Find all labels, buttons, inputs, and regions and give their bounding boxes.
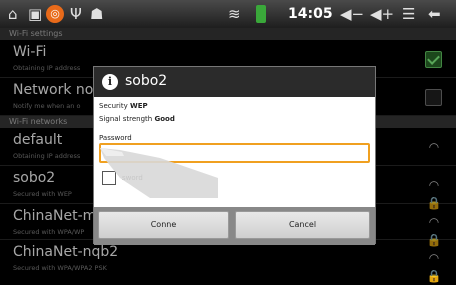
strength-value: Good bbox=[154, 115, 175, 123]
dialog-title: sobo2 bbox=[125, 73, 168, 89]
android-icon: ☗ bbox=[90, 5, 104, 23]
connect-button[interactable]: Conne bbox=[98, 211, 229, 239]
security-info: Security WEP bbox=[99, 102, 148, 110]
security-value: WEP bbox=[129, 102, 148, 110]
password-label: Password bbox=[99, 134, 132, 142]
image-icon: ▣ bbox=[28, 5, 43, 23]
security-label: Security bbox=[99, 102, 128, 110]
cancel-button[interactable]: Cancel bbox=[235, 211, 370, 239]
signal-strength-info: Signal strength Good bbox=[99, 115, 175, 123]
volume-down-icon[interactable]: ◀− bbox=[340, 5, 364, 23]
dialog-header: i sobo2 bbox=[94, 67, 375, 97]
usb-icon: Ψ bbox=[70, 5, 82, 23]
status-bar: ⌂ ▣ ◎ Ψ ☗ ≋ 14:05 ◀− ◀+ ☰ ⬅ bbox=[0, 0, 456, 28]
dialog-button-bar: Conne Cancel bbox=[94, 207, 375, 245]
app-orange-icon: ◎ bbox=[46, 5, 64, 23]
clock: 14:05 bbox=[288, 6, 333, 22]
battery-icon bbox=[256, 5, 266, 23]
back-icon[interactable]: ⬅ bbox=[428, 5, 441, 23]
home-icon[interactable]: ⌂ bbox=[8, 5, 18, 23]
wifi-icon: ≋ bbox=[228, 5, 241, 23]
menu-icon[interactable]: ☰ bbox=[402, 5, 415, 23]
volume-up-icon[interactable]: ◀+ bbox=[370, 5, 394, 23]
info-icon: i bbox=[102, 74, 118, 90]
strength-label: Signal strength bbox=[99, 115, 153, 123]
pointing-hand-image bbox=[100, 148, 218, 198]
